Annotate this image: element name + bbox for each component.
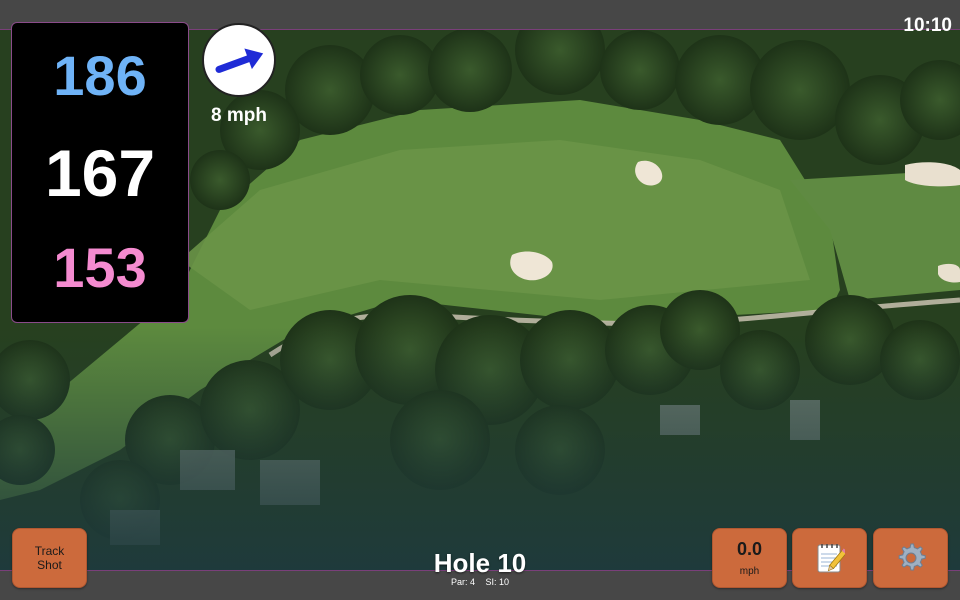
track-shot-button[interactable]: Track Shot: [12, 528, 87, 588]
clock: 10:10: [903, 15, 952, 36]
speed-value: 0.0: [736, 539, 763, 559]
notepad-icon: [817, 544, 845, 573]
settings-button[interactable]: [873, 528, 948, 588]
hole-par: Par: 4: [450, 577, 475, 587]
speed-unit: mph: [739, 566, 760, 577]
wind-indicator: [202, 23, 276, 97]
wind-speed: 8 mph: [211, 105, 267, 126]
distance-panel: 186 167 153: [11, 22, 189, 323]
track-shot-label-line2: Shot: [37, 558, 62, 572]
distance-front: 153: [53, 236, 147, 299]
gear-icon: [898, 543, 926, 571]
notes-button[interactable]: [792, 528, 867, 588]
speed-button[interactable]: 0.0 mph: [712, 528, 787, 588]
track-shot-label-line1: Track: [34, 544, 65, 558]
hole-title: Hole 10: [433, 548, 527, 578]
distance-middle: 167: [44, 136, 156, 210]
hole-details: Par: 4 SI: 10: [380, 577, 580, 587]
hole-stroke-index: SI: 10: [485, 577, 510, 587]
distance-back: 186: [53, 44, 147, 107]
wind-direction-arrow-icon: [215, 48, 264, 73]
